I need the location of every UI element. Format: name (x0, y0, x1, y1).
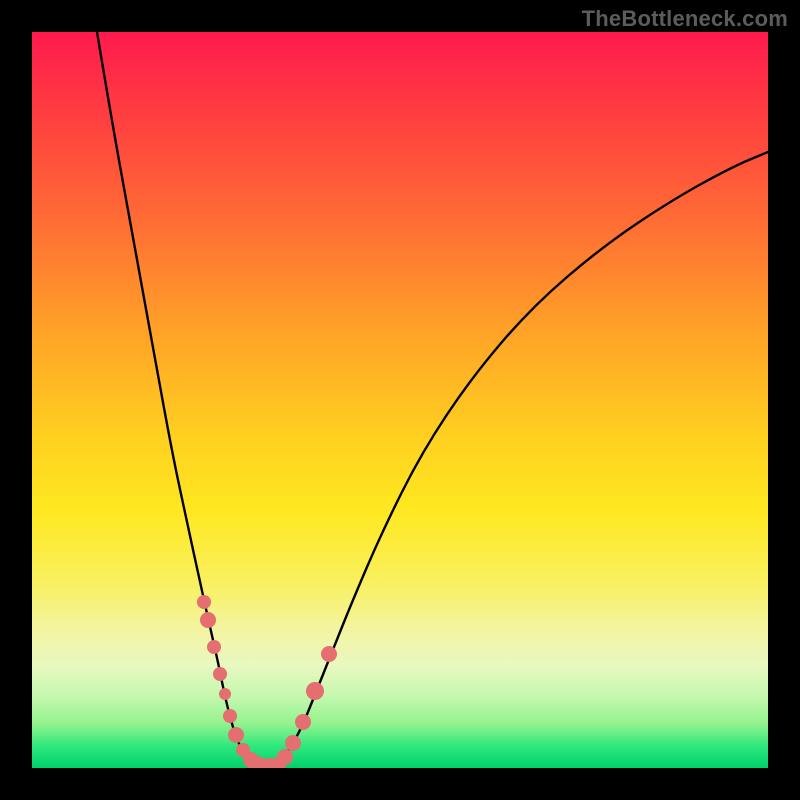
curve-left-branch (97, 32, 272, 768)
dot (207, 640, 221, 654)
dot (197, 595, 211, 609)
dot (200, 612, 216, 628)
dot (219, 688, 231, 700)
dot (285, 735, 301, 751)
bottleneck-curve (97, 32, 768, 768)
highlight-dots (197, 595, 337, 768)
dot (213, 667, 227, 681)
chart-plot-area (32, 32, 768, 768)
dot (295, 714, 311, 730)
curve-right-branch (272, 152, 768, 768)
dot (306, 682, 324, 700)
chart-svg (32, 32, 768, 768)
dot (223, 709, 237, 723)
dot (277, 749, 293, 765)
dot (321, 646, 337, 662)
dot (228, 727, 244, 743)
watermark-label: TheBottleneck.com (582, 6, 788, 32)
